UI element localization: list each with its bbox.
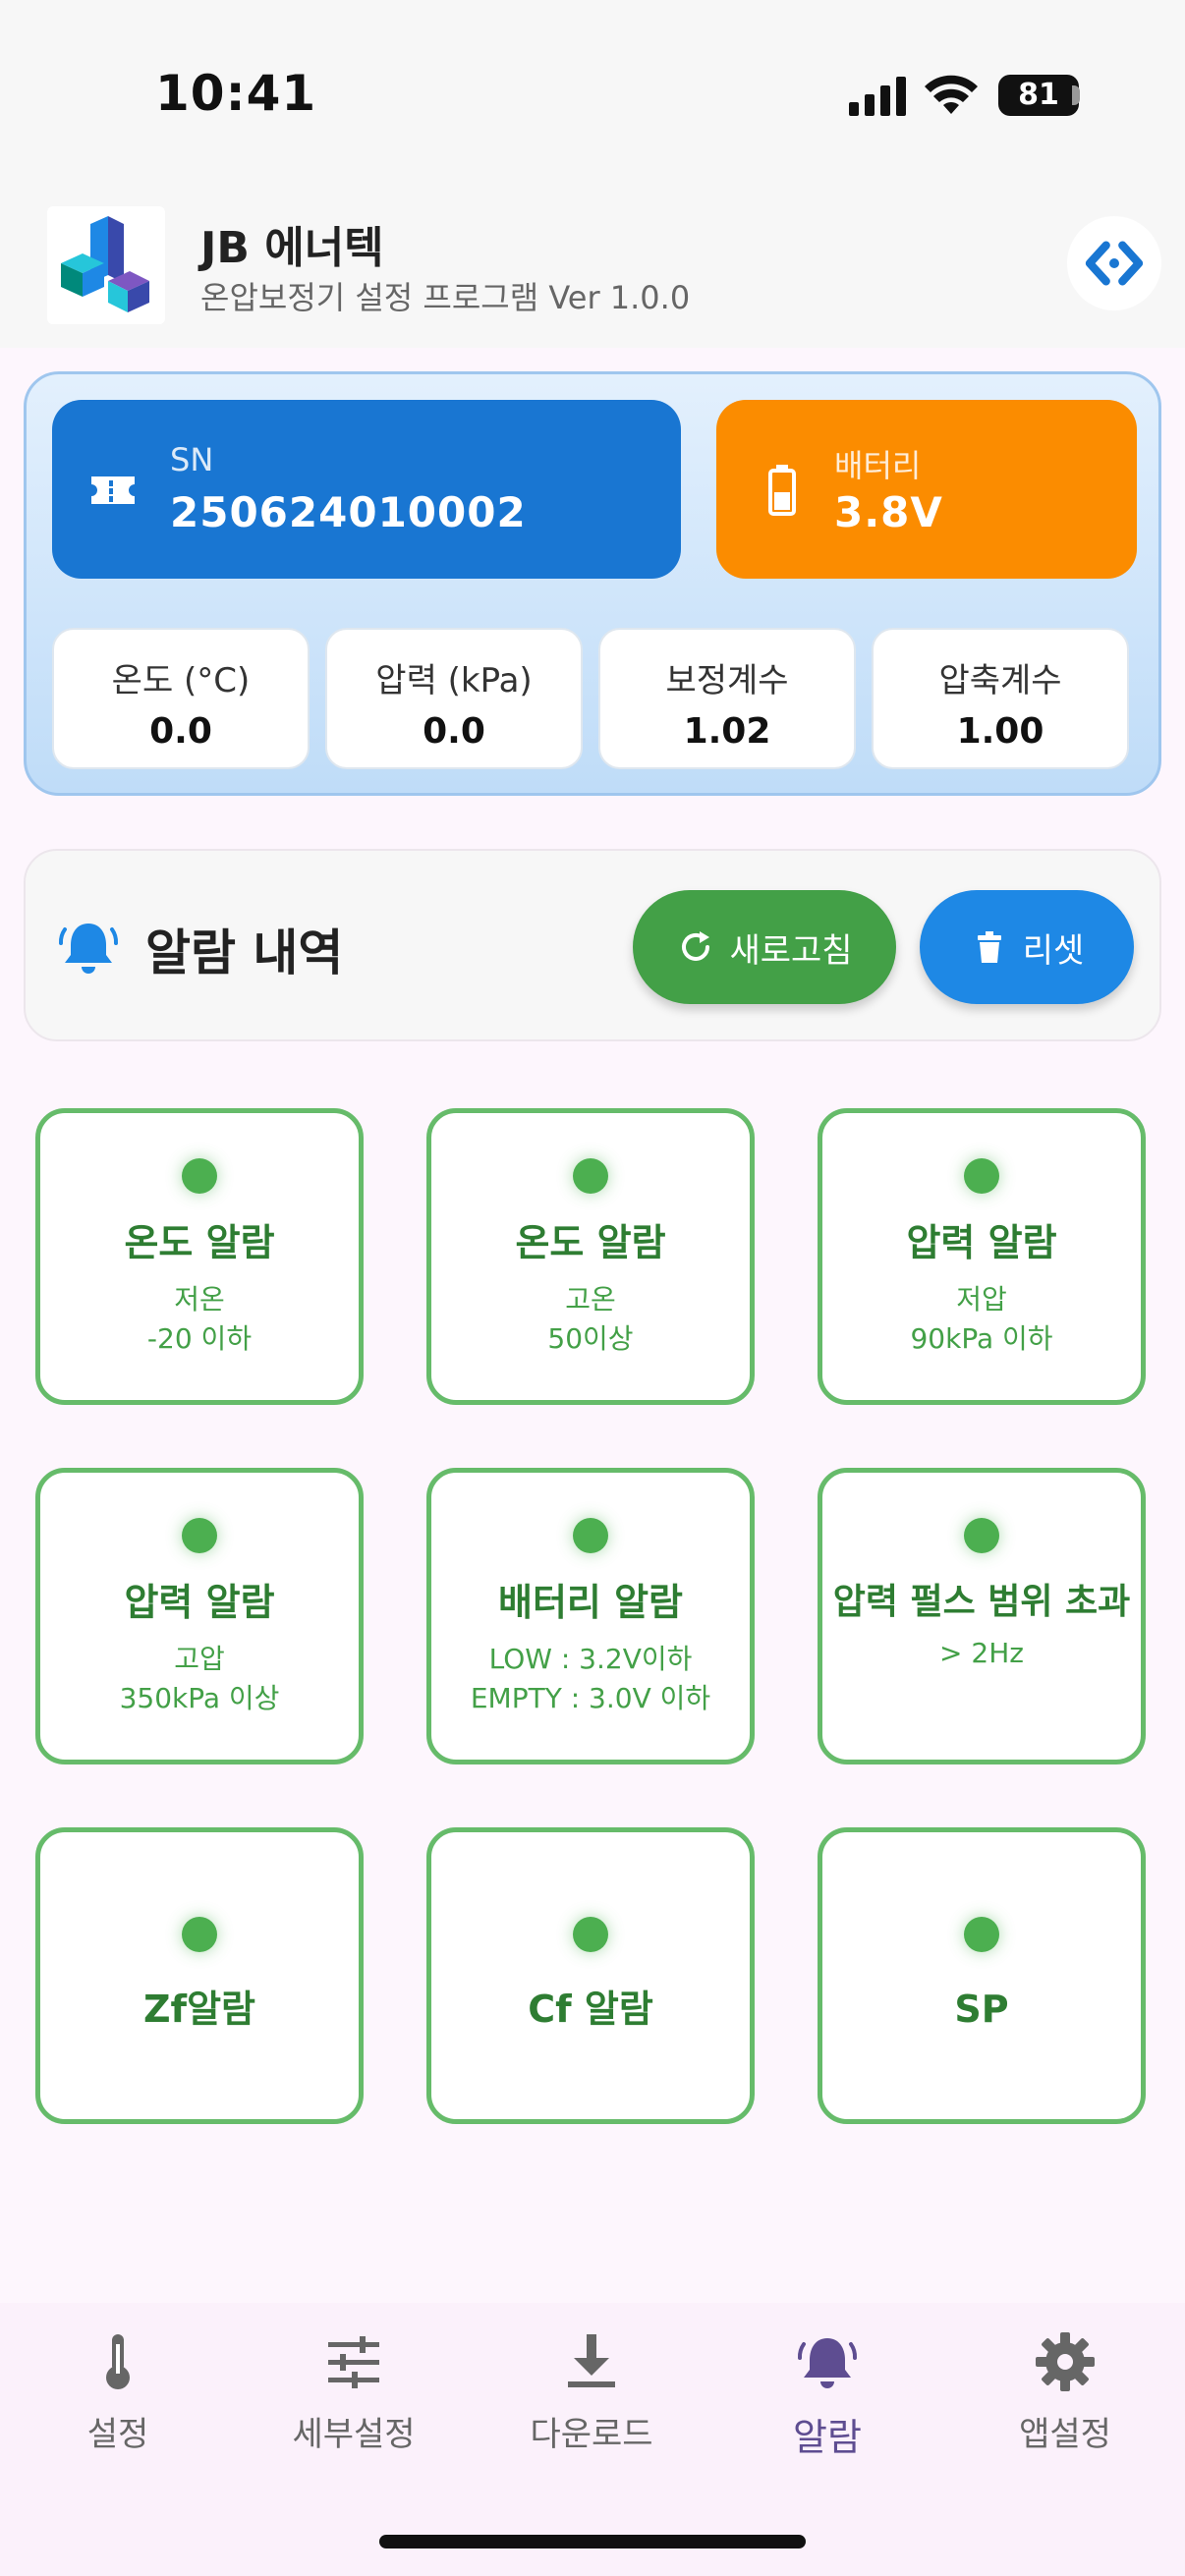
alarm-name: 배터리 알람 (497, 1581, 684, 1624)
nav-item-app-settings[interactable]: 앱설정 (967, 2330, 1163, 2455)
bell-icon (797, 2338, 858, 2388)
refresh-button[interactable]: 새로고침 (633, 890, 896, 1004)
alarm-card-sp[interactable]: SP (818, 1827, 1146, 2124)
alarm-card-high-temperature[interactable]: 온도 알람 고온 50이상 (426, 1108, 755, 1405)
battery-label: 배터리 (834, 447, 922, 484)
alarm-name: 압력 펄스 범위 초과 (832, 1582, 1131, 1622)
trash-icon (977, 931, 1001, 963)
cellular-signal-icon (849, 77, 906, 116)
alarm-name: 온도 알람 (124, 1221, 275, 1264)
alarm-desc: 저온 -20 이하 (146, 1282, 253, 1356)
nav-label: 세부설정 (292, 2415, 416, 2454)
alarm-card-cf[interactable]: Cf 알람 (426, 1827, 755, 2124)
alarm-desc: LOW : 3.2V이하 EMPTY : 3.0V 이하 (470, 1642, 711, 1715)
sn-value: 250624010002 (170, 488, 527, 536)
alarm-status-dot (182, 1158, 217, 1194)
logo-icon (61, 216, 149, 312)
metric-temperature: 온도 (°C) 0.0 (52, 628, 310, 769)
alarm-name: Cf 알람 (528, 1988, 653, 2031)
reset-label: 리셋 (1022, 930, 1085, 971)
metric-value: 1.02 (683, 711, 771, 752)
alarm-status-dot (182, 1518, 217, 1553)
nav-item-settings[interactable]: 설정 (20, 2330, 216, 2455)
app-header: JB 에너텍 온압보정기 설정 프로그램 Ver 1.0.0 (0, 196, 1185, 348)
bell-ringing-icon (58, 924, 119, 974)
metric-correction-factor: 보정계수 1.02 (598, 628, 856, 769)
nav-item-detail-settings[interactable]: 세부설정 (255, 2330, 452, 2455)
nav-label: 설정 (86, 2415, 149, 2454)
alarm-name: 온도 알람 (515, 1221, 666, 1264)
nav-item-download[interactable]: 다운로드 (493, 2330, 690, 2455)
gear-icon (1036, 2332, 1095, 2391)
reset-button[interactable]: 리셋 (920, 890, 1134, 1004)
alarm-status-dot (573, 1518, 608, 1553)
alarm-desc: > 2Hz (939, 1637, 1024, 1669)
thermometer-icon (106, 2334, 130, 2389)
battery-value: 3.8V (834, 488, 943, 536)
metric-value: 0.0 (423, 711, 485, 752)
alarm-desc: 고온 50이상 (547, 1282, 634, 1356)
alarm-card-low-pressure[interactable]: 압력 알람 저압 90kPa 이하 (818, 1108, 1146, 1405)
home-indicator (379, 2535, 806, 2548)
alarm-name: Zf알람 (142, 1988, 255, 2031)
alarm-name: SP (954, 1988, 1009, 2031)
nav-label: 앱설정 (1019, 2415, 1111, 2454)
ticket-icon (91, 476, 135, 504)
wifi-icon (925, 75, 978, 114)
nav-item-alarm[interactable]: 알람 (729, 2330, 926, 2461)
alarm-status-dot (964, 1917, 999, 1952)
battery-level-badge: 81 (998, 75, 1079, 116)
metric-label: 압력 (kPa) (375, 661, 533, 700)
metric-compression-factor: 압축계수 1.00 (872, 628, 1129, 769)
app-title: JB 에너텍 (200, 223, 384, 273)
metric-label: 보정계수 (665, 661, 789, 700)
alarm-status-dot (573, 1917, 608, 1952)
alarm-desc: 저압 90kPa 이하 (910, 1282, 1053, 1356)
refresh-label: 새로고침 (729, 930, 853, 971)
alarm-status-dot (182, 1917, 217, 1952)
metric-value: 0.0 (149, 711, 212, 752)
alarm-status-dot (573, 1158, 608, 1194)
alarm-status-dot (964, 1518, 999, 1553)
app-subtitle: 온압보정기 설정 프로그램 Ver 1.0.0 (200, 279, 691, 316)
alarm-card-high-pressure[interactable]: 압력 알람 고압 350kPa 이상 (35, 1468, 364, 1764)
connection-button[interactable] (1067, 216, 1161, 310)
metric-label: 온도 (°C) (111, 661, 251, 700)
serial-number-card: SN 250624010002 (52, 400, 681, 579)
metric-value: 1.00 (956, 711, 1044, 752)
alarm-history-title: 알람 내역 (145, 924, 344, 981)
download-icon (568, 2334, 615, 2387)
alarm-card-zf[interactable]: Zf알람 (35, 1827, 364, 2124)
device-info-panel: SN 250624010002 배터리 3.8V 온도 (°C) 0.0 압력 … (24, 371, 1161, 796)
battery-cap (1072, 85, 1080, 105)
alarm-name: 압력 알람 (906, 1221, 1057, 1264)
status-bar: 10:41 81 (0, 0, 1185, 196)
alarm-card-battery[interactable]: 배터리 알람 LOW : 3.2V이하 EMPTY : 3.0V 이하 (426, 1468, 755, 1764)
alarm-status-dot (964, 1158, 999, 1194)
battery-card: 배터리 3.8V (716, 400, 1137, 579)
company-logo (47, 206, 165, 324)
nav-label: 다운로드 (530, 2415, 653, 2454)
alarm-card-pressure-pulse[interactable]: 압력 펄스 범위 초과 > 2Hz (818, 1468, 1146, 1764)
status-time: 10:41 (155, 65, 317, 122)
battery-icon (768, 465, 796, 516)
metric-pressure: 압력 (kPa) 0.0 (325, 628, 583, 769)
metric-label: 압축계수 (938, 661, 1062, 700)
sliders-icon (328, 2336, 379, 2388)
alarm-history-header: 알람 내역 새로고침 리셋 (24, 849, 1161, 1041)
refresh-icon (682, 931, 710, 961)
connection-icon (1085, 241, 1144, 286)
alarm-card-low-temperature[interactable]: 온도 알람 저온 -20 이하 (35, 1108, 364, 1405)
sn-label: SN (170, 441, 214, 478)
nav-label: 알람 (793, 2416, 862, 2459)
alarm-name: 압력 알람 (124, 1581, 275, 1624)
alarm-desc: 고압 350kPa 이상 (119, 1642, 280, 1715)
